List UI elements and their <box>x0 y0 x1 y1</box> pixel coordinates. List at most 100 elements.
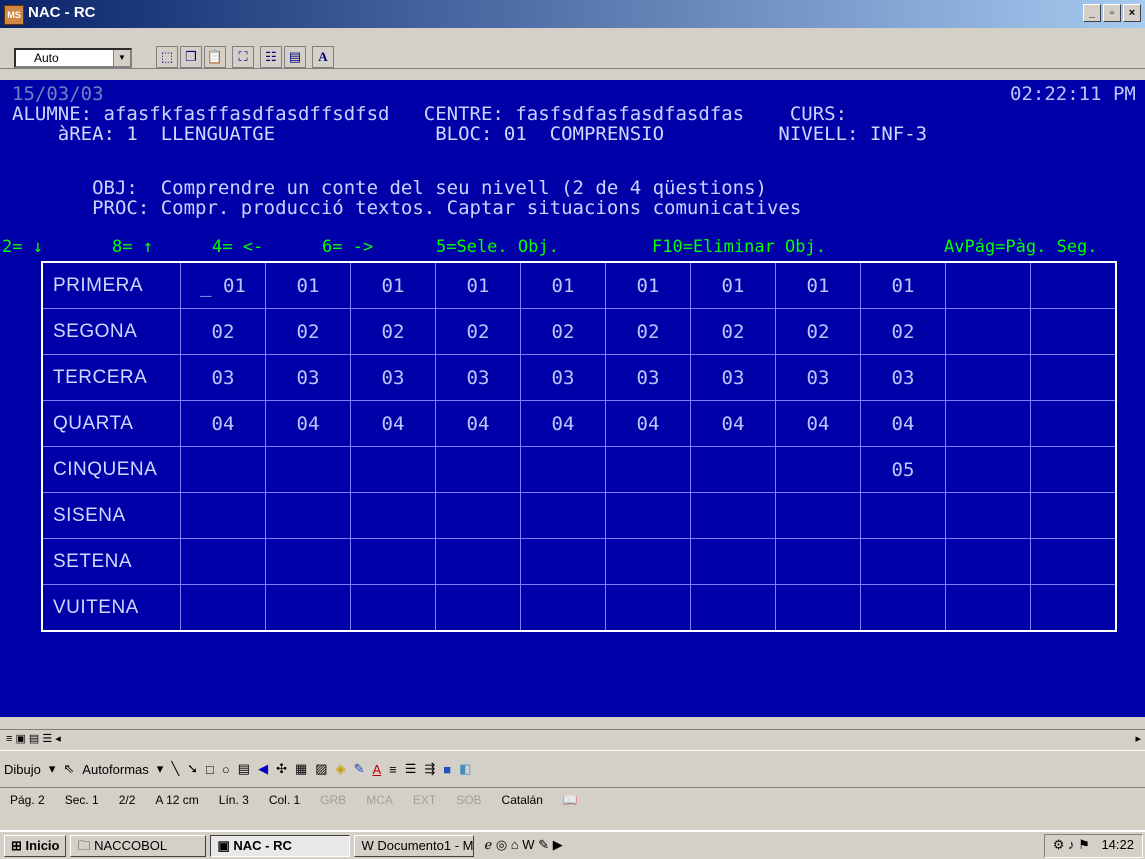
fill-color-icon[interactable]: ◈ <box>336 761 346 777</box>
grid-cell[interactable]: 02 <box>180 308 266 355</box>
grid-cell[interactable] <box>1030 354 1117 401</box>
grid-cell[interactable]: 02 <box>520 308 606 355</box>
grid-cell[interactable]: 04 <box>690 400 776 447</box>
grid-cell[interactable] <box>520 584 606 632</box>
grid-cell[interactable] <box>775 538 861 585</box>
arrow-icon[interactable]: ➘ <box>187 761 198 777</box>
wordart-icon[interactable]: ◀ <box>258 761 268 777</box>
line-color-icon[interactable]: ✎ <box>354 761 365 777</box>
grid-cell[interactable]: 02 <box>435 308 521 355</box>
paste-icon[interactable]: 📋 <box>204 46 226 68</box>
grid-cell[interactable]: 03 <box>520 354 606 401</box>
grid-cell[interactable] <box>860 538 946 585</box>
grid-cell[interactable] <box>435 538 521 585</box>
grid-cell[interactable] <box>520 538 606 585</box>
grid-cell[interactable] <box>945 308 1031 355</box>
grid-cell[interactable] <box>1030 261 1117 309</box>
grid-cell[interactable]: 01 <box>435 261 521 309</box>
select-icon[interactable]: ⬚ <box>156 46 178 68</box>
grid-cell[interactable]: 04 <box>435 400 521 447</box>
grid-cell[interactable]: 01 <box>605 261 691 309</box>
line-icon[interactable]: ╲ <box>171 761 179 777</box>
grid-cell[interactable]: 03 <box>605 354 691 401</box>
grid-cell[interactable]: 02 <box>775 308 861 355</box>
status-grb[interactable]: GRB <box>310 793 356 807</box>
grid-cell[interactable] <box>860 492 946 539</box>
grid-cell[interactable] <box>350 584 436 632</box>
grid-cell[interactable]: 05 <box>860 446 946 493</box>
grid-cell[interactable]: 04 <box>605 400 691 447</box>
media-icon[interactable]: ▶ <box>553 837 563 852</box>
status-sob[interactable]: SOB <box>446 793 491 807</box>
grid-cell[interactable] <box>690 538 776 585</box>
grid-cell[interactable] <box>690 584 776 632</box>
horizontal-scrollbar[interactable]: ≡ ▣ ▤ ☰ ◂ ▸ <box>0 729 1145 751</box>
grid-cell[interactable]: 02 <box>860 308 946 355</box>
status-language[interactable]: Catalán <box>492 793 553 807</box>
grid-cell[interactable]: 03 <box>860 354 946 401</box>
grid-cell[interactable] <box>605 538 691 585</box>
chevron-down-icon[interactable]: ▼ <box>113 50 130 66</box>
font-color-icon[interactable]: A <box>372 762 381 777</box>
edit-icon[interactable]: ✎ <box>538 837 549 852</box>
grid-cell[interactable]: 04 <box>520 400 606 447</box>
grid-cell[interactable] <box>945 584 1031 632</box>
grid-cell[interactable] <box>1030 492 1117 539</box>
grid-cell[interactable]: 03 <box>180 354 266 401</box>
grid-cell[interactable] <box>775 446 861 493</box>
grid-cell[interactable]: 01 <box>350 261 436 309</box>
maximize-button[interactable]: ▫ <box>1103 4 1121 22</box>
oval-icon[interactable]: ○ <box>222 762 230 777</box>
autoshapes-menu-button[interactable]: Autoformas <box>82 762 148 777</box>
grid-cell[interactable] <box>435 584 521 632</box>
start-button[interactable]: ⊞ Inicio <box>4 834 67 857</box>
minimize-button[interactable]: _ <box>1083 4 1101 22</box>
grid-cell[interactable] <box>945 261 1031 309</box>
grid-cell[interactable] <box>605 446 691 493</box>
grid-cell[interactable] <box>605 584 691 632</box>
grid-cell[interactable] <box>1030 400 1117 447</box>
grid-cell[interactable]: 01 <box>690 261 776 309</box>
grid-cell[interactable] <box>180 492 266 539</box>
grid-cell[interactable]: 02 <box>690 308 776 355</box>
grid-cell[interactable] <box>1030 538 1117 585</box>
grid-cell[interactable] <box>945 354 1031 401</box>
grid-cell[interactable] <box>945 538 1031 585</box>
font-size-combo[interactable]: Auto ▼ <box>14 48 132 68</box>
grid-cell[interactable]: 03 <box>435 354 521 401</box>
grid-cell[interactable] <box>775 584 861 632</box>
grid-cell[interactable]: _ 01 <box>180 261 266 309</box>
grid-cell[interactable]: 03 <box>690 354 776 401</box>
close-button[interactable]: × <box>1123 4 1141 22</box>
copy-icon[interactable]: ❐ <box>180 46 202 68</box>
grid-cell[interactable]: 01 <box>520 261 606 309</box>
grid-cell[interactable]: 01 <box>860 261 946 309</box>
grid-cell[interactable] <box>945 492 1031 539</box>
grid-cell[interactable] <box>605 492 691 539</box>
line-style-icon[interactable]: ≡ <box>389 762 397 777</box>
grid-cell[interactable] <box>265 538 351 585</box>
grid-cell[interactable] <box>350 538 436 585</box>
grid-cell[interactable] <box>690 446 776 493</box>
taskbar-item-nac-rc[interactable]: ▣ NAC - RC <box>210 834 351 857</box>
spellcheck-icon[interactable]: 📖 <box>553 793 588 807</box>
clipart-icon[interactable]: ▦ <box>295 761 307 777</box>
diagram-icon[interactable]: ✣ <box>276 761 287 777</box>
font-icon[interactable]: A <box>312 46 334 68</box>
grid-cell[interactable]: 03 <box>350 354 436 401</box>
grid-cell[interactable] <box>520 492 606 539</box>
select-objects-icon[interactable]: ⇖ <box>63 761 74 777</box>
grid-cell[interactable]: 01 <box>775 261 861 309</box>
grid-cell[interactable] <box>350 492 436 539</box>
draw-menu-button[interactable]: Dibujo <box>4 762 41 777</box>
properties-icon[interactable]: ☷ <box>260 46 282 68</box>
grid-cell[interactable] <box>180 584 266 632</box>
background-icon[interactable]: ▤ <box>284 46 306 68</box>
grid-cell[interactable]: 02 <box>350 308 436 355</box>
taskbar-item-word[interactable]: W Documento1 - Mic... <box>354 834 475 857</box>
fullscreen-icon[interactable]: ⛶ <box>232 46 254 68</box>
grid-cell[interactable]: 03 <box>775 354 861 401</box>
network-icon[interactable]: ⌂ <box>511 837 519 852</box>
status-ext[interactable]: EXT <box>403 793 446 807</box>
grid-cell[interactable]: 02 <box>605 308 691 355</box>
